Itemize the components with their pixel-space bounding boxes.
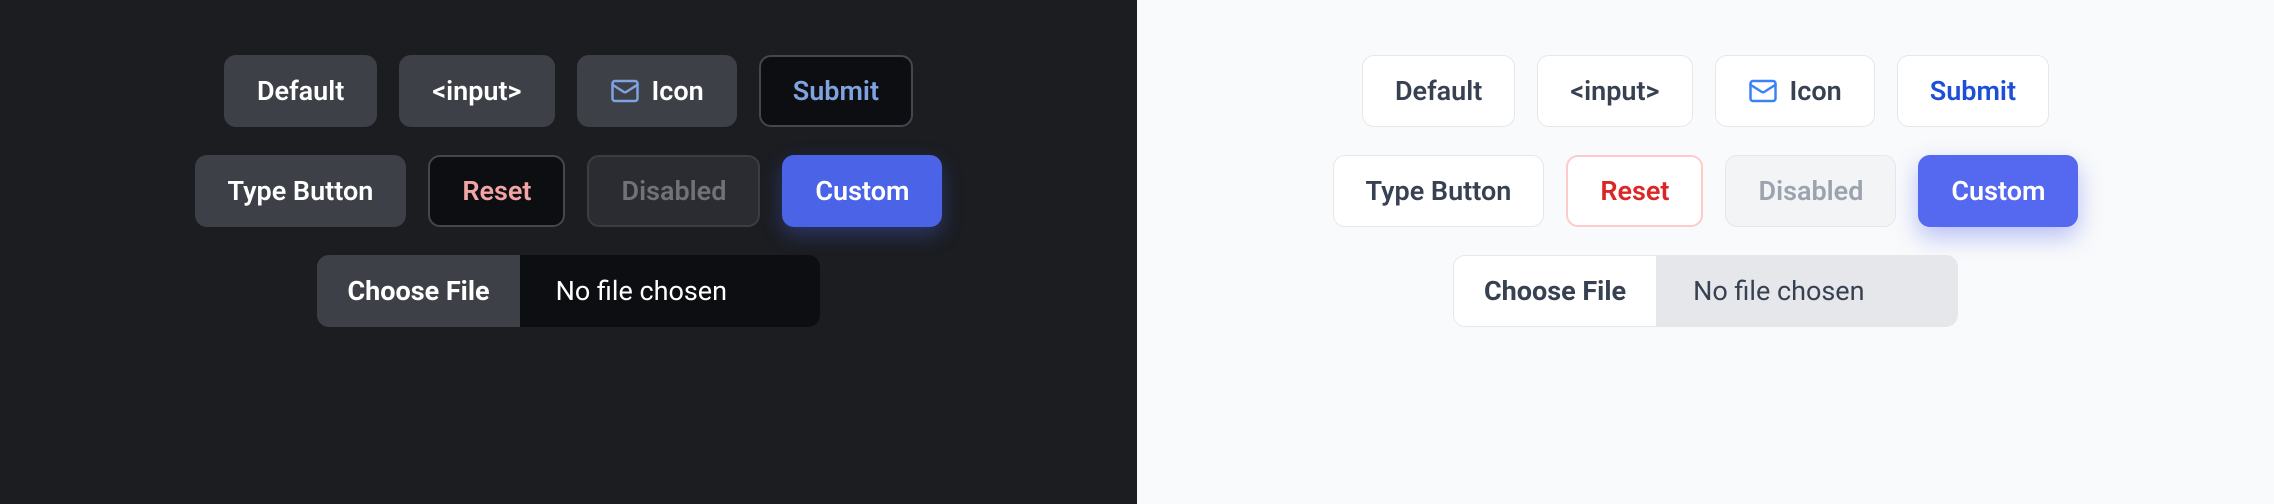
default-button[interactable]: Default <box>1362 55 1515 127</box>
submit-button[interactable]: Submit <box>1897 55 2049 127</box>
file-row: Choose File No file chosen <box>317 255 819 327</box>
button-row-1: Default <input> Icon Submit <box>1362 55 2049 127</box>
choose-file-button[interactable]: Choose File <box>317 255 519 327</box>
custom-button[interactable]: Custom <box>782 155 942 227</box>
custom-button[interactable]: Custom <box>1918 155 2078 227</box>
icon-button-label: Icon <box>1790 75 1842 107</box>
reset-button[interactable]: Reset <box>428 155 565 227</box>
disabled-button: Disabled <box>587 155 760 227</box>
submit-button[interactable]: Submit <box>759 55 913 127</box>
file-status-label: No file chosen <box>1657 256 1957 326</box>
disabled-button: Disabled <box>1725 155 1896 227</box>
input-button[interactable]: <input> <box>1537 55 1692 127</box>
type-button[interactable]: Type Button <box>195 155 407 227</box>
type-button[interactable]: Type Button <box>1333 155 1545 227</box>
input-button[interactable]: <input> <box>399 55 554 127</box>
mail-icon <box>1748 76 1778 106</box>
file-input[interactable]: Choose File No file chosen <box>317 255 819 327</box>
button-row-2: Type Button Reset Disabled Custom <box>1333 155 2079 227</box>
choose-file-button[interactable]: Choose File <box>1454 256 1657 326</box>
reset-button[interactable]: Reset <box>1566 155 1703 227</box>
dark-theme-panel: Default <input> Icon Submit Type Button … <box>0 0 1137 504</box>
icon-button-label: Icon <box>652 75 704 107</box>
icon-button[interactable]: Icon <box>1715 55 1875 127</box>
mail-icon <box>610 76 640 106</box>
file-status-label: No file chosen <box>520 255 820 327</box>
default-button[interactable]: Default <box>224 55 377 127</box>
button-row-2: Type Button Reset Disabled Custom <box>195 155 943 227</box>
icon-button[interactable]: Icon <box>577 55 737 127</box>
light-theme-panel: Default <input> Icon Submit Type Button … <box>1137 0 2274 504</box>
file-input[interactable]: Choose File No file chosen <box>1453 255 1958 327</box>
button-row-1: Default <input> Icon Submit <box>224 55 913 127</box>
file-row: Choose File No file chosen <box>1453 255 1958 327</box>
